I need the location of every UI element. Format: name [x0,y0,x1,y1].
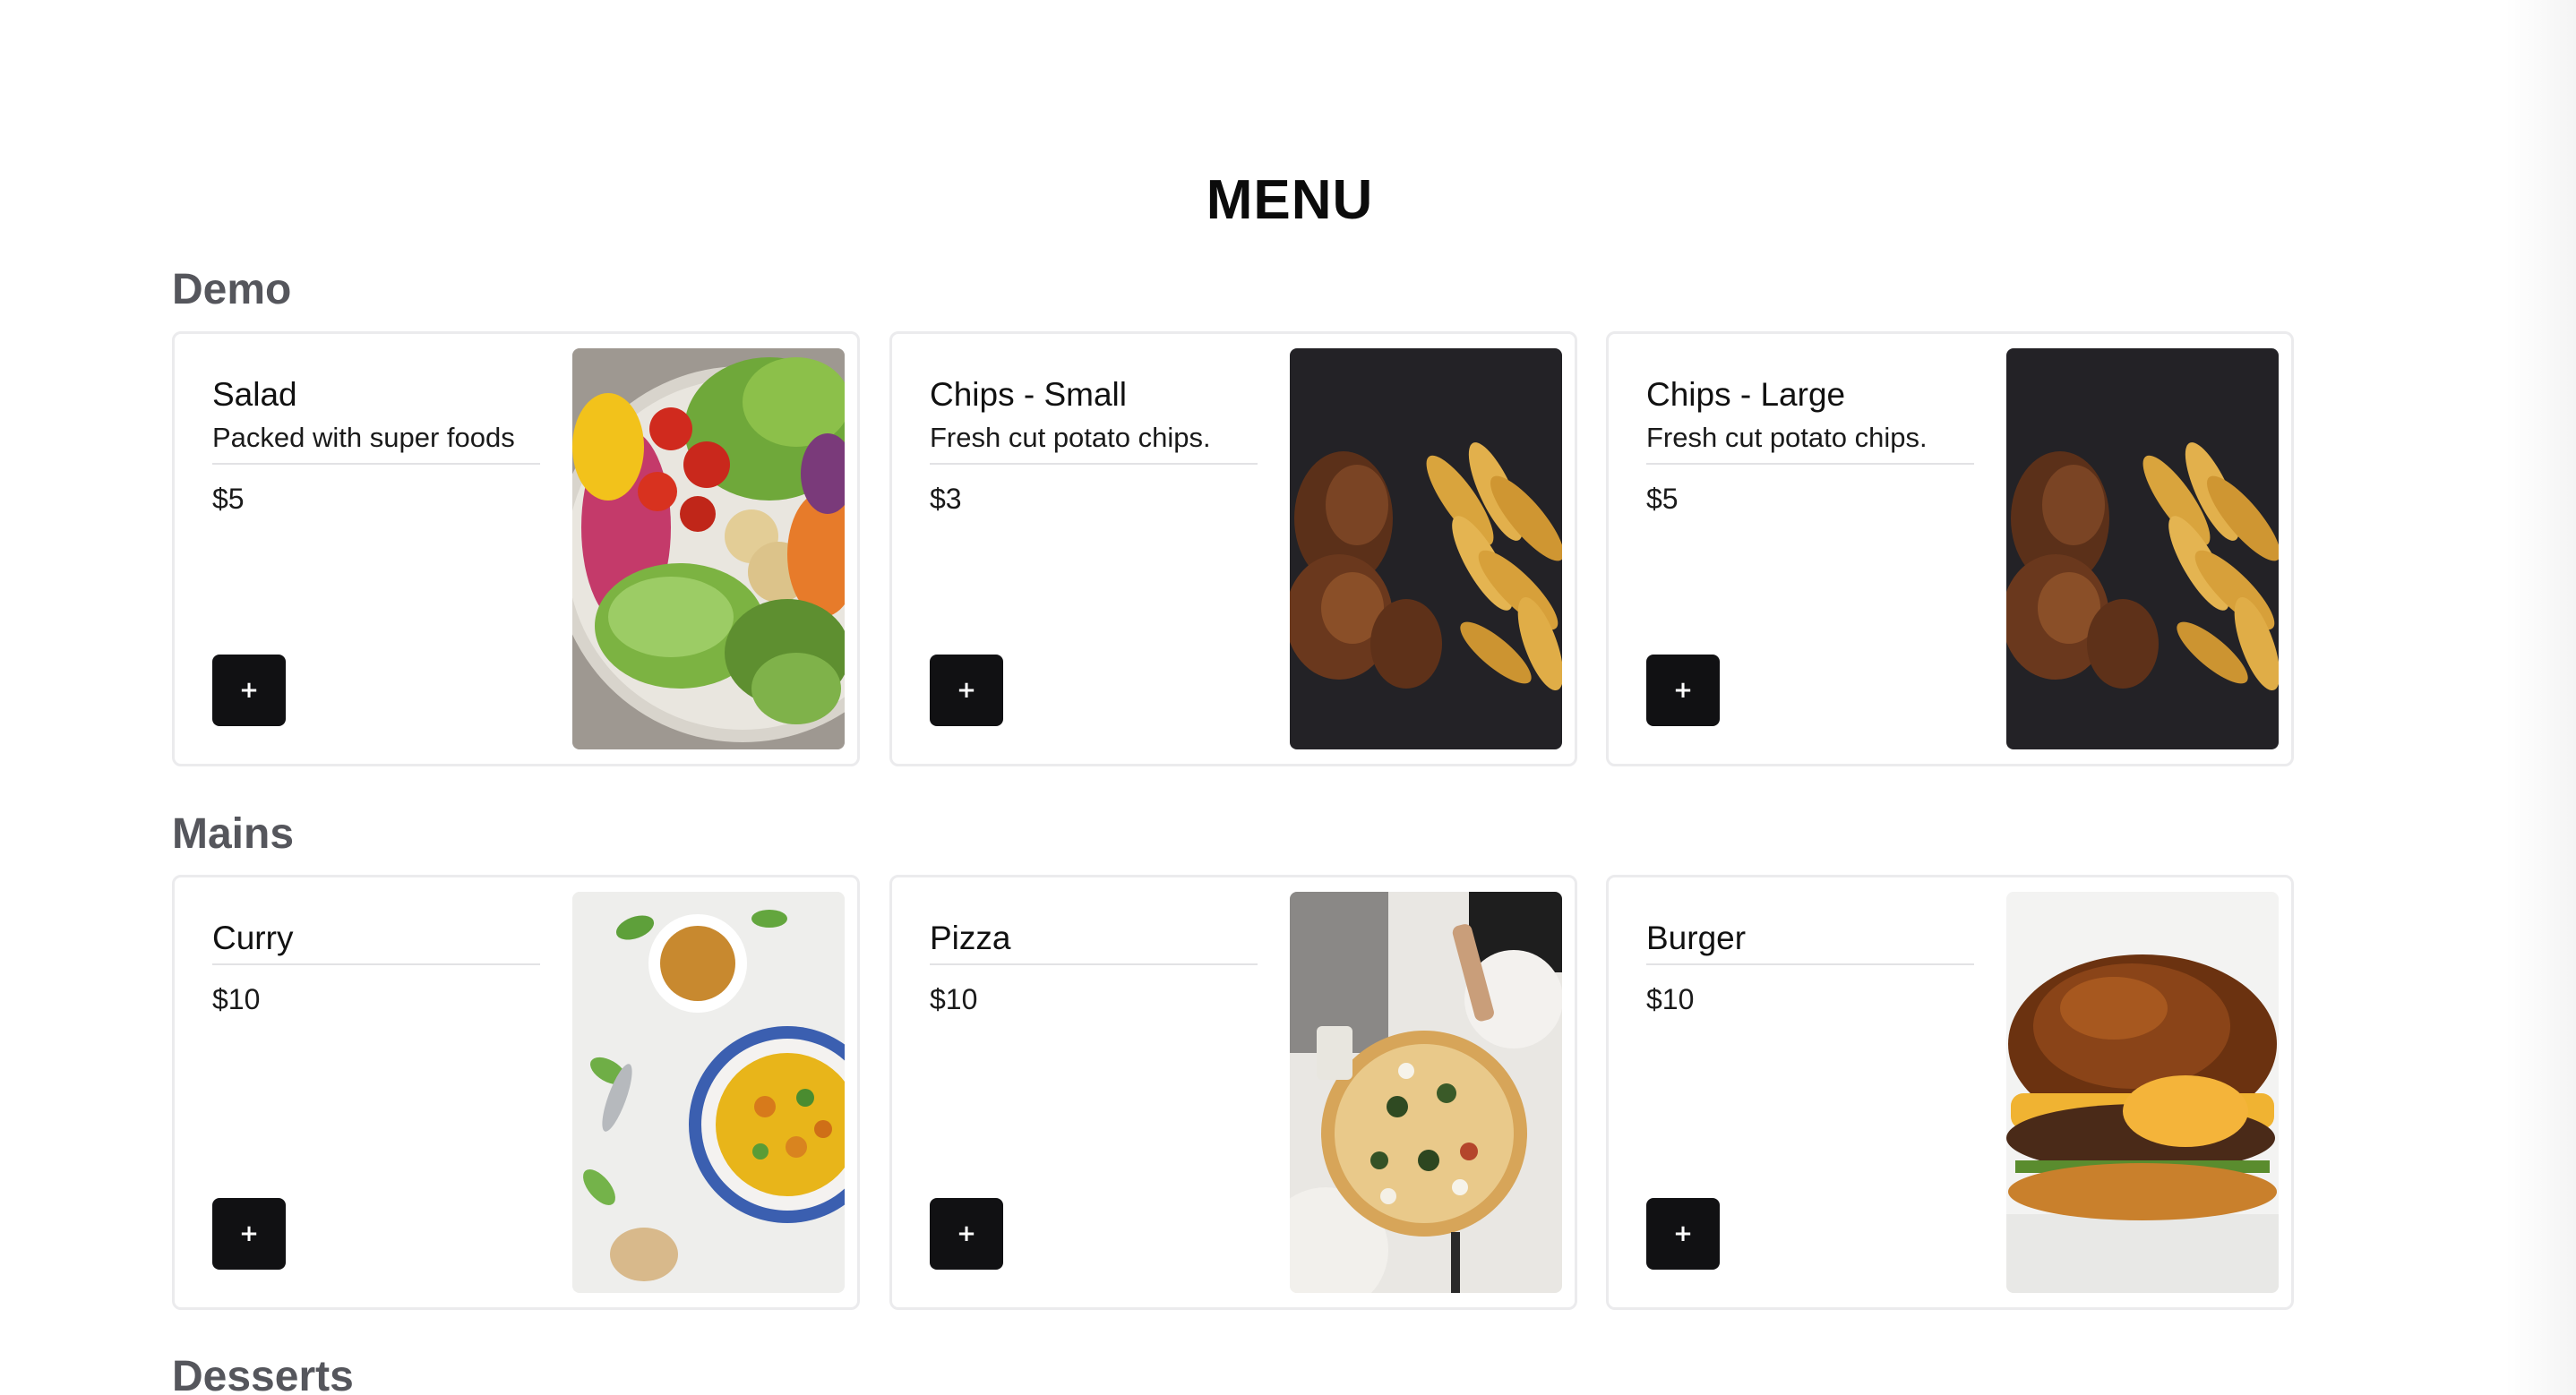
item-price: $5 [1646,483,1679,516]
pizza-photo [1290,892,1562,1293]
item-name: Curry [212,920,294,956]
item-price: $10 [212,983,261,1016]
item-divider [1646,963,1974,966]
item-name: Pizza [930,920,1011,956]
add-to-cart-button[interactable]: + [930,655,1003,726]
menu-item-card-chips-large: Chips - Large Fresh cut potato chips. $5… [1606,331,2294,766]
item-divider [1646,463,1974,466]
item-divider [212,963,540,966]
item-name: Chips - Small [930,376,1127,413]
add-to-cart-button[interactable]: + [1646,1198,1720,1270]
add-to-cart-button[interactable]: + [212,1198,286,1270]
menu-item-card-curry: Curry $10 + [172,875,860,1310]
item-description: Packed with super foods [212,422,515,454]
page-title: MENU [1206,169,1374,231]
chicken-wings-chips-photo [1290,348,1562,749]
section-heading-desserts: Desserts [172,1353,354,1395]
menu-page: MENU Demo Salad Packed with super foods … [0,0,2576,1395]
menu-item-card-pizza: Pizza $10 + [889,875,1577,1310]
item-price: $5 [212,483,245,516]
salad-photo [572,348,845,749]
item-divider [930,463,1258,466]
item-divider [212,463,540,466]
add-to-cart-button[interactable]: + [212,655,286,726]
item-price: $10 [1646,983,1695,1016]
item-name: Salad [212,376,297,413]
item-price: $3 [930,483,962,516]
curry-photo [572,892,845,1293]
item-name: Burger [1646,920,1747,956]
item-name: Chips - Large [1646,376,1846,413]
menu-item-card-salad: Salad Packed with super foods $5 + [172,331,860,766]
section-heading-mains: Mains [172,810,295,858]
menu-item-card-burger: Burger $10 + [1606,875,2294,1310]
menu-item-card-chips-small: Chips - Small Fresh cut potato chips. $3… [889,331,1577,766]
item-description: Fresh cut potato chips. [1646,422,1928,454]
chicken-wings-chips-photo [2006,348,2279,749]
item-description: Fresh cut potato chips. [930,422,1211,454]
item-divider [930,963,1258,966]
item-price: $10 [930,983,978,1016]
add-to-cart-button[interactable]: + [1646,655,1720,726]
burger-photo [2006,892,2279,1293]
section-heading-demo: Demo [172,266,292,313]
add-to-cart-button[interactable]: + [930,1198,1003,1270]
